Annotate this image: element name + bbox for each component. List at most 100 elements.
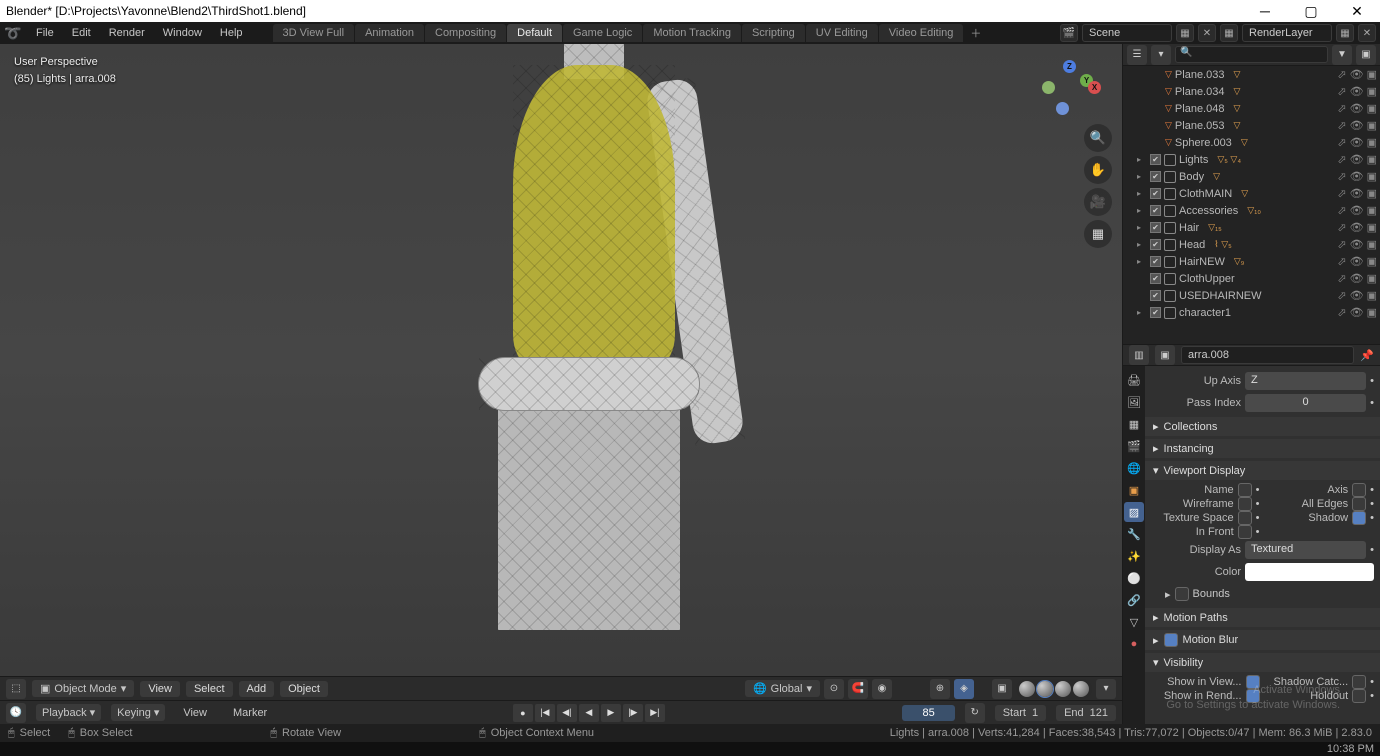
collection-check[interactable]: ✔ [1150,188,1161,199]
expand-icon[interactable]: ▸ [1137,223,1147,232]
outliner-mesh-row[interactable]: ▽ Plane.033 ▽⬀👁▣ [1123,66,1380,83]
eye-icon[interactable]: 👁 [1350,119,1364,132]
eye-icon[interactable]: 👁 [1350,255,1364,268]
viewlayer-tab-icon[interactable]: ▦ [1124,414,1144,434]
render-icon[interactable]: ▣ [1367,102,1377,115]
eye-icon[interactable]: 👁 [1350,238,1364,251]
axis-neg-icon[interactable] [1056,102,1069,115]
eye-icon[interactable]: 👁 [1350,306,1364,319]
select-menu[interactable]: Select [186,681,233,697]
motion-blur-check[interactable] [1164,633,1178,647]
menu-render[interactable]: Render [101,25,153,41]
outliner-mesh-row[interactable]: ▽ Plane.048 ▽⬀👁▣ [1123,100,1380,117]
outliner-collection-row[interactable]: ✔ ClothUpper ⬀👁▣ [1123,270,1380,287]
expand-icon[interactable]: ▸ [1137,172,1147,181]
current-frame[interactable]: 85 [902,705,954,721]
shading-lookdev[interactable] [1055,681,1071,697]
tl-view-menu[interactable]: View [175,705,215,721]
select-icon[interactable]: ⬀ [1337,102,1346,115]
render-icon[interactable]: ▣ [1367,68,1377,81]
editor-type-icon[interactable]: ⬚ [6,679,26,699]
overlay-toggle-icon[interactable]: ◈ [954,679,974,699]
axis-gizmo[interactable]: Z Y X [1042,60,1096,114]
collection-check[interactable]: ✔ [1150,307,1161,318]
xray-icon[interactable]: ▣ [992,679,1012,699]
bounds-check[interactable] [1175,587,1189,601]
vis-shadow-check[interactable] [1352,675,1366,689]
outliner-collection-row[interactable]: ✔ USEDHAIRNEW ⬀👁▣ [1123,287,1380,304]
select-icon[interactable]: ⬀ [1337,221,1346,234]
panel-collections[interactable]: ▸ Collections [1145,417,1380,436]
perspective-icon[interactable]: ▦ [1084,220,1112,248]
render-icon[interactable]: ▣ [1367,238,1377,251]
ws-tab[interactable]: Scripting [742,24,805,42]
select-icon[interactable]: ⬀ [1337,272,1346,285]
ws-tab[interactable]: Motion Tracking [643,24,741,42]
pass-index-field[interactable]: 0 [1245,394,1366,412]
ws-tab[interactable]: 3D View Full [273,24,355,42]
eye-icon[interactable]: 👁 [1350,136,1364,149]
render-icon[interactable]: ▣ [1367,170,1377,183]
play-icon[interactable]: ▶ [601,704,621,722]
vis-rend-check[interactable] [1246,689,1260,703]
playback-menu[interactable]: Playback ▾ [36,704,101,721]
keying-menu[interactable]: Keying ▾ [111,704,165,721]
jump-end-icon[interactable]: ▶| [645,704,665,722]
eye-icon[interactable]: 👁 [1350,102,1364,115]
physics-tab-icon[interactable]: ⚪ [1124,568,1144,588]
expand-icon[interactable]: ▸ [1165,588,1171,601]
scene-close-icon[interactable]: ✕ [1198,24,1216,42]
next-key-icon[interactable]: |▶ [623,704,643,722]
outliner-mesh-row[interactable]: ▽ Sphere.003 ▽⬀👁▣ [1123,134,1380,151]
display-as-field[interactable]: Textured [1245,541,1366,559]
vis-holdout-check[interactable] [1352,689,1366,703]
axis-z-icon[interactable]: Z [1063,60,1076,73]
shading-options-icon[interactable]: ▾ [1096,679,1116,699]
zoom-icon[interactable]: 🔍 [1084,124,1112,152]
vp-tex-check[interactable] [1238,511,1252,525]
shading-wireframe[interactable] [1019,681,1035,697]
render-icon[interactable]: ▣ [1367,136,1377,149]
shading-rendered[interactable] [1073,681,1089,697]
renderlayer-browse-icon[interactable]: ▦ [1336,24,1354,42]
vp-name-check[interactable] [1238,483,1252,497]
panel-motion-blur[interactable]: ▸ Motion Blur [1145,630,1380,650]
expand-icon[interactable]: ▸ [1137,206,1147,215]
collection-tab-icon[interactable]: ▣ [1124,480,1144,500]
scene-tab-icon[interactable]: 🎬 [1124,436,1144,456]
renderlayer-icon[interactable]: ▦ [1220,24,1238,42]
expand-icon[interactable]: ▸ [1137,155,1147,164]
start-frame[interactable]: Start1 [995,705,1046,721]
world-tab-icon[interactable]: 🌐 [1124,458,1144,478]
scene-name-field[interactable]: Scene [1082,24,1172,42]
scene-browse-icon[interactable]: ▦ [1176,24,1194,42]
render-icon[interactable]: ▣ [1367,153,1377,166]
collection-check[interactable]: ✔ [1150,222,1161,233]
select-icon[interactable]: ⬀ [1337,187,1346,200]
orientation-dropdown[interactable]: 🌐 Global ▾ [745,680,820,697]
ws-tab[interactable]: Compositing [425,24,506,42]
eye-icon[interactable]: 👁 [1350,204,1364,217]
select-icon[interactable]: ⬀ [1337,306,1346,319]
outliner-mesh-row[interactable]: ▽ Plane.053 ▽⬀👁▣ [1123,117,1380,134]
outliner-collection-row[interactable]: ▸✔ HairNEW ▽₉⬀👁▣ [1123,253,1380,270]
close-button[interactable]: ✕ [1334,0,1380,22]
outliner-collection-row[interactable]: ▸✔ Body ▽⬀👁▣ [1123,168,1380,185]
color-swatch[interactable] [1245,563,1374,581]
add-menu[interactable]: Add [239,681,275,697]
outliner-collection-row[interactable]: ▸✔ Head ⌇ ▽₅⬀👁▣ [1123,236,1380,253]
vp-edges-check[interactable] [1352,497,1366,511]
outliner-collection-row[interactable]: ▸✔ Hair ▽₁₅⬀👁▣ [1123,219,1380,236]
panel-viewport-display[interactable]: ▾ Viewport Display [1145,461,1380,480]
select-icon[interactable]: ⬀ [1337,238,1346,251]
collection-check[interactable]: ✔ [1150,273,1161,284]
expand-icon[interactable]: ▸ [1137,308,1147,317]
vis-view-check[interactable] [1246,675,1260,689]
modifier-tab-icon[interactable]: 🔧 [1124,524,1144,544]
select-icon[interactable]: ⬀ [1337,153,1346,166]
eye-icon[interactable]: 👁 [1350,221,1364,234]
active-object-name[interactable]: arra.008 [1181,346,1354,364]
render-icon[interactable]: ▣ [1367,255,1377,268]
frame-sync-icon[interactable]: ↻ [965,703,985,723]
vp-wire-check[interactable] [1238,497,1252,511]
